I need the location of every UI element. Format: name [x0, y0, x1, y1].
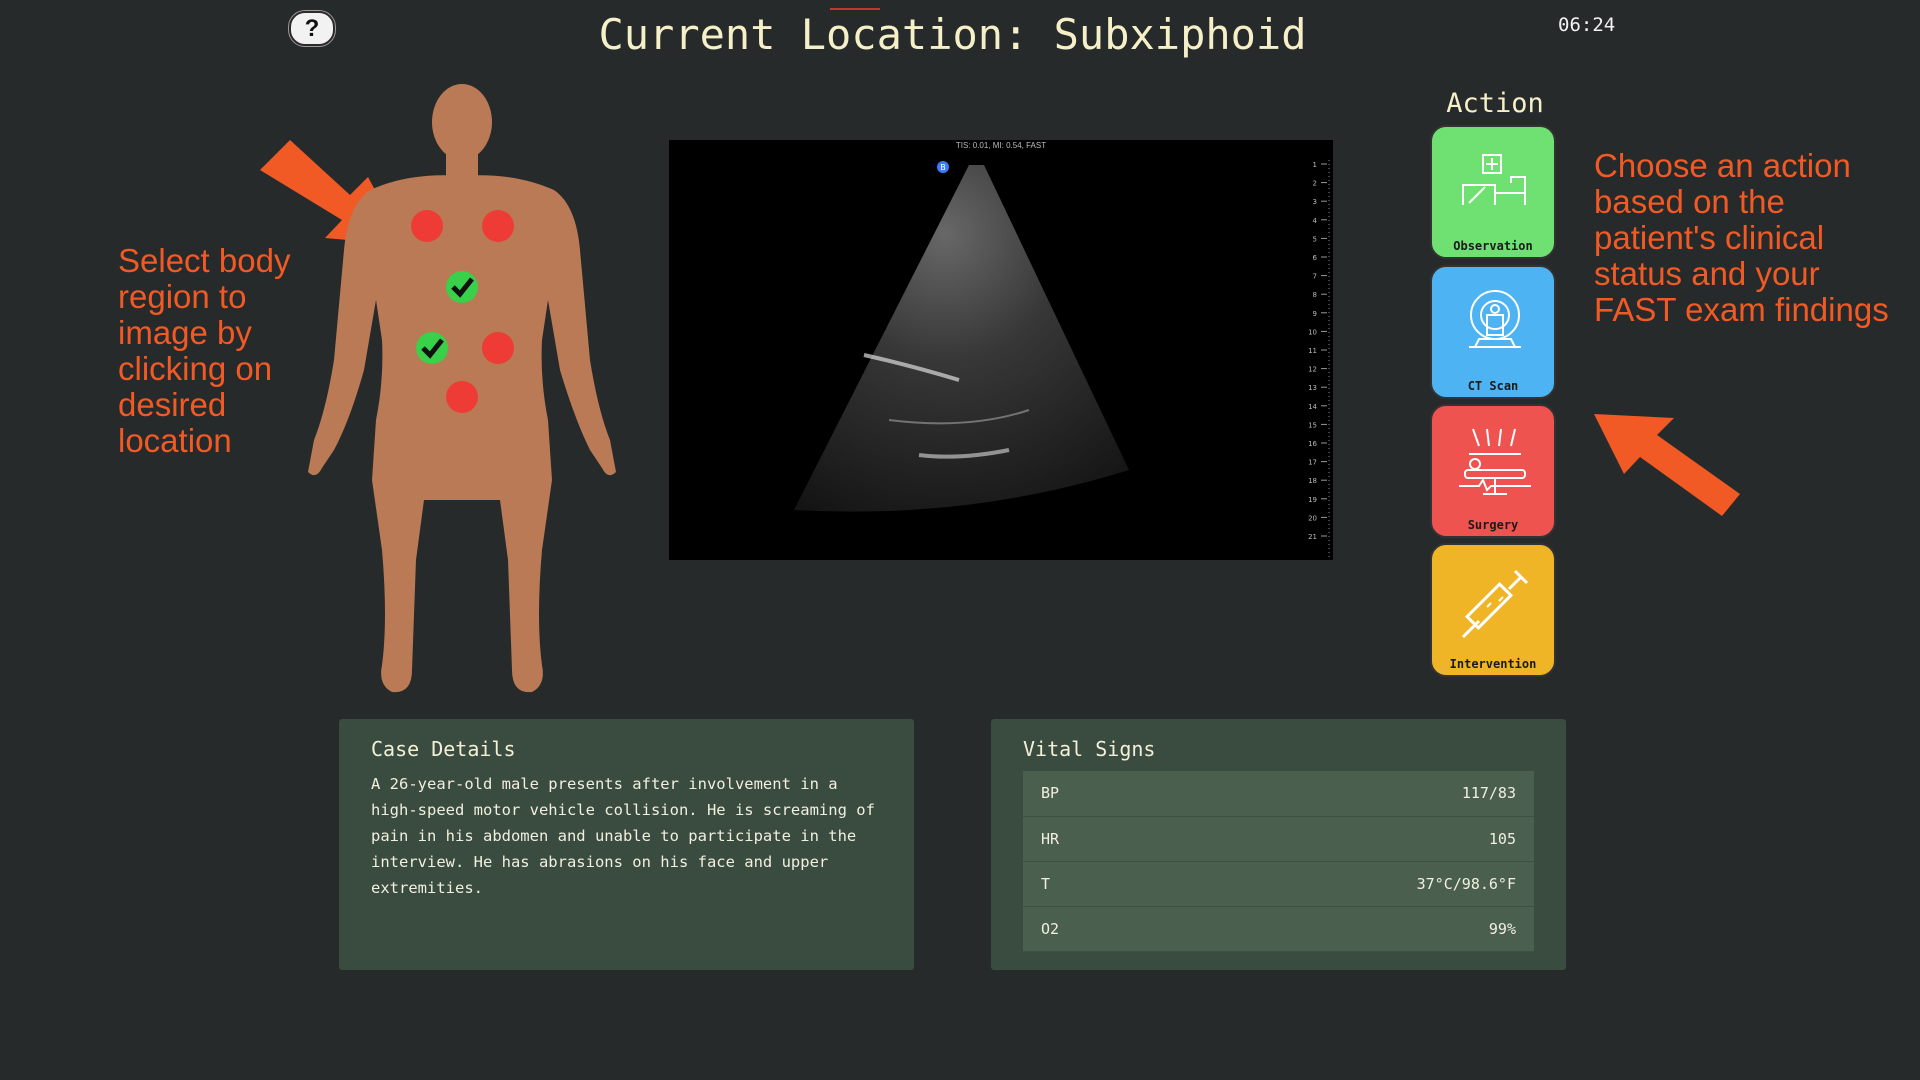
vital-row-o2: O2 99%	[1023, 906, 1534, 951]
depth-tick-label: 3	[1313, 198, 1317, 206]
region-dot-subxiphoid[interactable]	[446, 271, 478, 303]
ultrasound-image: B 123456789101112131415161718192021	[794, 160, 1330, 560]
surgery-label: Surgery	[1467, 518, 1519, 532]
depth-tick-label: 12	[1308, 366, 1317, 374]
vital-label: T	[1041, 874, 1051, 893]
vital-row-temp: T 37°C/98.6°F	[1023, 861, 1534, 906]
ultrasound-view: TIS: 0.01, MI: 0.54, FAST B 1 2 3 4 5 6 7 8 9 10 1…	[669, 140, 1333, 560]
depth-tick-label: 21	[1308, 533, 1317, 541]
depth-tick-label: 15	[1308, 421, 1317, 429]
depth-tick-label: 14	[1308, 403, 1317, 411]
depth-tick-label: 6	[1313, 254, 1318, 262]
syringe-icon	[1461, 569, 1529, 639]
region-dot-pelvis[interactable]	[446, 381, 478, 413]
hospital-bed-icon	[1462, 154, 1526, 205]
observation-label: Observation	[1453, 239, 1533, 253]
depth-tick-label: 13	[1308, 384, 1317, 392]
depth-tick-label: 7	[1313, 273, 1317, 281]
case-details-title: Case Details	[371, 737, 516, 761]
region-dot-ruq[interactable]	[416, 332, 448, 364]
depth-tick-label: 2	[1313, 180, 1317, 188]
depth-tick-label: 20	[1308, 514, 1317, 522]
depth-tick-label: 11	[1308, 347, 1317, 355]
region-dot-left-upper-chest[interactable]	[482, 210, 514, 242]
depth-tick-label: 19	[1308, 496, 1317, 504]
vital-signs-panel: Vital Signs BP 117/83 HR 105 T 37°C/98.6…	[991, 719, 1566, 970]
vital-signs-title: Vital Signs	[1023, 737, 1156, 761]
vital-label: O2	[1041, 919, 1060, 938]
vital-value: 37°C/98.6°F	[1416, 874, 1516, 893]
vital-row-bp: BP 117/83	[1023, 771, 1534, 816]
region-dot-luq[interactable]	[482, 332, 514, 364]
case-details-text: A 26-year-old male presents after involv…	[371, 775, 875, 897]
ct-scan-label: CT Scan	[1467, 379, 1519, 393]
region-dot-right-upper-chest[interactable]	[411, 210, 443, 242]
depth-tick-label: 4	[1313, 217, 1318, 225]
observation-button[interactable]: Observation	[1430, 125, 1556, 259]
vital-label: HR	[1041, 829, 1060, 848]
depth-tick-label: 17	[1308, 459, 1317, 467]
depth-tick-label: 5	[1313, 235, 1317, 243]
vital-row-hr: HR 105	[1023, 816, 1534, 861]
action-title: Action	[1446, 88, 1544, 119]
vital-label: BP	[1041, 784, 1060, 803]
depth-tick-label: 18	[1308, 477, 1317, 485]
case-details-panel: Case Details A 26-year-old male presents…	[339, 719, 914, 970]
vital-signs-table: BP 117/83 HR 105 T 37°C/98.6°F O2 99%	[1023, 771, 1534, 952]
intervention-button[interactable]: Intervention	[1430, 543, 1556, 677]
vital-value: 105	[1488, 829, 1516, 848]
depth-tick-label: 9	[1313, 310, 1317, 318]
vital-value: 99%	[1488, 919, 1516, 938]
ct-scan-button[interactable]: CT Scan	[1430, 265, 1556, 399]
surgery-icon	[1459, 428, 1531, 495]
depth-tick-label: 16	[1308, 440, 1317, 448]
surgery-button[interactable]: Surgery	[1430, 404, 1556, 538]
action-instruction: Choose an action based on the patient's …	[1594, 147, 1889, 328]
intervention-label: Intervention	[1449, 657, 1537, 671]
depth-scale: 123456789101112131415161718192021	[1308, 161, 1327, 541]
ultrasound-header: TIS: 0.01, MI: 0.54, FAST	[955, 141, 1047, 150]
marker-label: B	[940, 163, 946, 172]
vital-value: 117/83	[1461, 784, 1516, 803]
ct-scanner-icon	[1469, 290, 1521, 348]
depth-tick-label: 1	[1313, 161, 1317, 169]
depth-tick-label: 8	[1313, 291, 1317, 299]
depth-tick-label: 10	[1308, 328, 1317, 336]
arrow-to-actions-icon	[1594, 414, 1740, 516]
